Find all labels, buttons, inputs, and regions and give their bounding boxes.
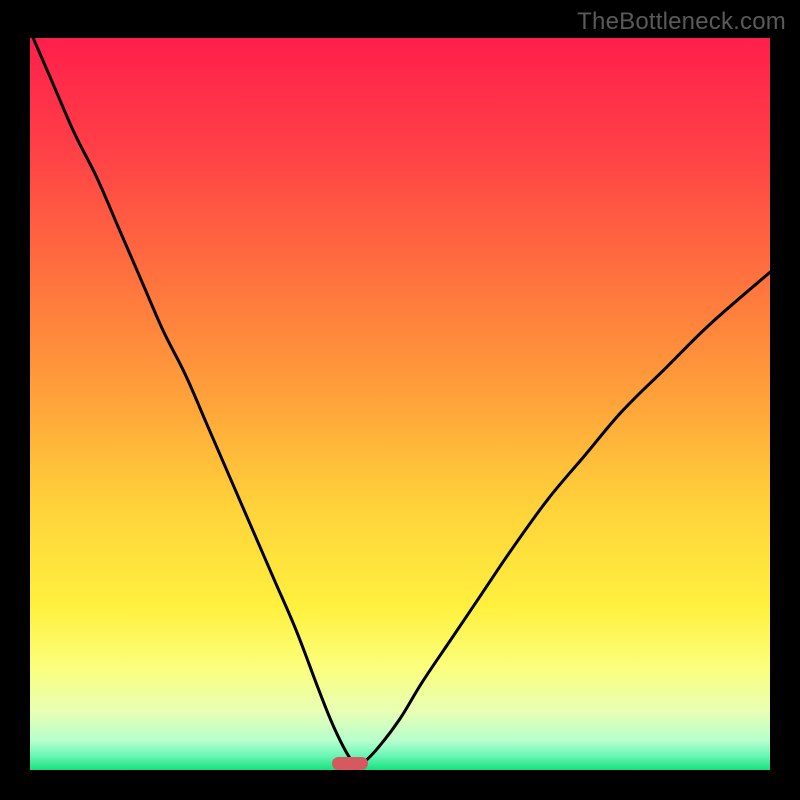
optimal-marker (332, 757, 368, 770)
watermark-text: TheBottleneck.com (577, 8, 786, 36)
bottleneck-curve (30, 38, 770, 770)
plot-area (30, 38, 770, 770)
outer-frame: TheBottleneck.com (0, 0, 800, 800)
